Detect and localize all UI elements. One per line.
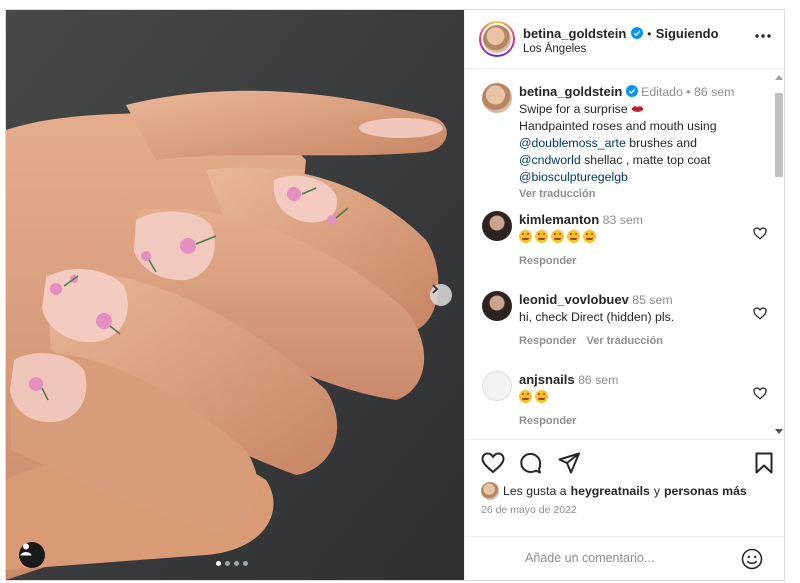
scroll-up-arrow-icon[interactable] (775, 75, 783, 80)
likes-and: y (653, 484, 661, 498)
comment-like-heart-icon[interactable] (753, 387, 767, 400)
caption-line-4: shellac , matte top coat (584, 153, 711, 167)
reply-button[interactable]: Responder (519, 415, 576, 427)
avatar[interactable] (482, 371, 512, 401)
comment-item: leonid_vovlobuev 85 sem hi, check Direct … (482, 291, 767, 361)
post-action-bar (481, 452, 773, 476)
post-actions-section: Les gusta a heygreatnails y personas más… (465, 439, 784, 580)
caption-translate-link[interactable]: Ver traducción (519, 186, 759, 203)
likes-prefix: Les gusta a (503, 484, 567, 498)
follow-status-button[interactable]: Siguiendo (656, 26, 719, 41)
star-struck-emoji-icon (583, 230, 596, 243)
liked-by-user[interactable]: heygreatnails (571, 484, 650, 498)
carousel-dot (243, 561, 248, 566)
reply-button[interactable]: Responder (519, 255, 576, 267)
scroll-down-arrow-icon[interactable] (775, 429, 783, 434)
carousel-next-button[interactable] (430, 284, 452, 306)
emoji-smiley-icon[interactable] (741, 548, 763, 570)
caption-time[interactable]: 86 sem (694, 85, 734, 99)
comment-item: anjsnails 86 sem Responder (482, 371, 767, 439)
comment-like-heart-icon[interactable] (753, 307, 767, 320)
verified-badge-icon (625, 85, 638, 97)
more-options-icon[interactable] (755, 34, 771, 38)
star-struck-emoji-icon (567, 230, 580, 243)
post-sidebar: betina_goldstein • Siguiendo Los Ángeles… (464, 10, 784, 580)
caption-username[interactable]: betina_goldstein (519, 84, 622, 99)
post-location[interactable]: Los Ángeles (523, 43, 586, 55)
caption-line-3: brushes and (629, 136, 697, 150)
nail-art-image (6, 10, 464, 580)
comments-scrollbar[interactable] (773, 73, 783, 436)
comment-translate-link[interactable]: Ver traducción (586, 335, 662, 347)
post-header: betina_goldstein • Siguiendo Los Ángeles (465, 10, 784, 69)
comment-time[interactable]: 83 sem (603, 213, 643, 227)
comment-username[interactable]: kimlemanton (519, 212, 599, 227)
comment-input[interactable] (523, 550, 727, 566)
author-avatar-ring[interactable] (479, 21, 515, 57)
carousel-dot (216, 561, 221, 566)
avatar[interactable] (482, 211, 512, 241)
mention-link-cndworld[interactable]: @cndworld (519, 153, 581, 167)
avatar[interactable] (482, 83, 512, 113)
comment-icon[interactable] (519, 452, 542, 475)
user-icon (20, 543, 32, 556)
reply-button[interactable]: Responder (519, 335, 576, 347)
header-separator: • (647, 29, 652, 41)
like-heart-icon[interactable] (481, 452, 505, 474)
star-struck-emoji-icon (551, 230, 564, 243)
chevron-right-icon (432, 284, 439, 294)
star-struck-emoji-icon (535, 230, 548, 243)
caption-line-2: Handpainted roses and mouth using (519, 119, 717, 133)
comment-text: hi, check Direct (hidden) pls. (519, 310, 675, 324)
star-struck-emoji-icon (519, 390, 532, 403)
carousel-indicator (216, 561, 248, 566)
post-date[interactable]: 26 de mayo de 2022 (481, 504, 577, 516)
add-comment-bar (465, 536, 784, 580)
comment-time[interactable]: 86 sem (578, 373, 618, 387)
post-photo[interactable] (6, 10, 464, 580)
share-send-icon[interactable] (558, 452, 580, 474)
comments-scroll-area[interactable]: betina_goldstein Editado • 86 sem Swipe … (465, 69, 771, 439)
tagged-users-button[interactable] (19, 542, 45, 568)
avatar (483, 25, 511, 53)
avatar[interactable] (481, 482, 499, 500)
save-bookmark-icon[interactable] (755, 452, 773, 474)
edited-label: Editado (641, 85, 683, 99)
star-struck-emoji-icon (535, 390, 548, 403)
comment-username[interactable]: anjsnails (519, 372, 575, 387)
caption-line-1: Swipe for a surprise (519, 102, 628, 116)
avatar[interactable] (482, 291, 512, 321)
verified-badge-icon (630, 27, 643, 39)
likes-others-link[interactable]: personas más (664, 484, 747, 498)
comment-username[interactable]: leonid_vovlobuev (519, 292, 629, 307)
author-username[interactable]: betina_goldstein (523, 26, 626, 41)
instagram-post-modal: betina_goldstein • Siguiendo Los Ángeles… (5, 9, 785, 581)
carousel-dot (225, 561, 230, 566)
carousel-dot (234, 561, 239, 566)
comment-time[interactable]: 85 sem (632, 293, 672, 307)
star-struck-emoji-icon (519, 230, 532, 243)
likes-summary: Les gusta a heygreatnails y personas más (481, 482, 747, 500)
comment-item: kimlemanton 83 sem Responder (482, 211, 767, 281)
scrollbar-thumb[interactable] (775, 93, 783, 177)
mention-link-doublemoss[interactable]: @doublemoss_arte (519, 136, 626, 150)
comment-like-heart-icon[interactable] (753, 227, 767, 240)
caption-separator: • (686, 85, 691, 99)
lips-emoji-icon (631, 106, 644, 112)
mention-link-biosculpture[interactable]: @biosculpturegelgb (519, 170, 628, 184)
